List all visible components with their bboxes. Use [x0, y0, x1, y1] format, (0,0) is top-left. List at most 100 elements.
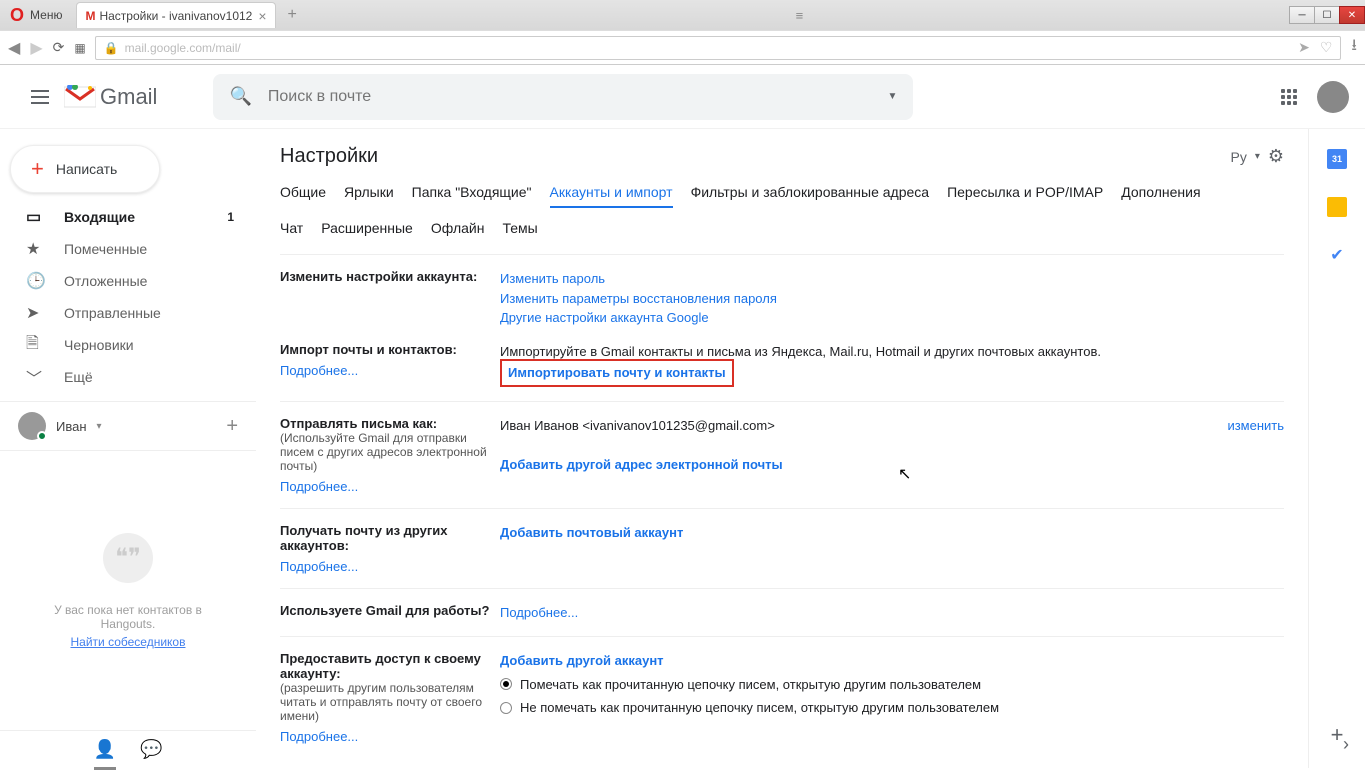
add-contact-button[interactable]: +	[226, 415, 238, 438]
tab-filters[interactable]: Фильтры и заблокированные адреса	[691, 184, 930, 208]
address-bar[interactable]: 🔒 mail.google.com/mail/ ➤ ♡	[95, 36, 1342, 60]
learn-more-link[interactable]: Подробнее...	[280, 363, 500, 378]
tab-general[interactable]: Общие	[280, 184, 326, 208]
chevron-down-icon: ▾	[1255, 151, 1260, 162]
gmail-wordmark: Gmail	[100, 84, 157, 110]
add-account-link[interactable]: Добавить другой аккаунт	[500, 653, 664, 668]
section-label: Используете Gmail для работы?	[280, 603, 500, 623]
calendar-icon[interactable]: 31	[1327, 149, 1347, 169]
downloads-button[interactable]: ⭳	[1351, 34, 1357, 61]
maximize-button[interactable]: ☐	[1314, 6, 1340, 24]
gear-icon[interactable]: ⚙	[1268, 146, 1284, 167]
search-icon[interactable]: 🔍	[229, 86, 251, 107]
radio-label: Помечать как прочитанную цепочку писем, …	[520, 675, 981, 695]
section-label: Отправлять письма как:	[280, 416, 437, 431]
work-text: Подробнее...	[500, 603, 1284, 623]
opera-menu-button[interactable]: O Меню	[0, 5, 72, 26]
gsuite-learn-link[interactable]: Подробнее...	[500, 605, 578, 620]
nav-starred[interactable]: ★Помеченные	[0, 233, 246, 265]
star-icon: ★	[26, 239, 46, 259]
nav-label: Черновики	[64, 337, 134, 353]
search-input[interactable]	[268, 88, 888, 106]
recovery-options-link[interactable]: Изменить параметры восстановления пароля	[500, 291, 777, 306]
address-row: ◀ ▶ ⟳ ▦ 🔒 mail.google.com/mail/ ➤ ♡ ⭳	[0, 30, 1365, 64]
inbox-count: 1	[227, 210, 234, 224]
chevron-down-icon: ﹀	[26, 365, 46, 389]
import-highlight-box: Импортировать почту и контакты	[500, 359, 734, 387]
tab-chat[interactable]: Чат	[280, 220, 303, 242]
tab-forwarding[interactable]: Пересылка и POP/IMAP	[947, 184, 1103, 208]
addons-plus-button[interactable]: +	[1331, 722, 1344, 748]
tab-close-icon[interactable]: ×	[258, 8, 266, 24]
learn-more-link[interactable]: Подробнее...	[280, 729, 500, 744]
account-avatar[interactable]	[1317, 81, 1349, 113]
speed-dial-button[interactable]: ▦	[74, 41, 84, 55]
tasks-icon[interactable]: ✔	[1327, 245, 1347, 265]
search-box[interactable]: 🔍 ▼	[213, 74, 913, 120]
heart-icon[interactable]: ♡	[1320, 39, 1333, 56]
presence-icon	[37, 431, 47, 441]
lock-icon: 🔒	[104, 41, 119, 55]
section-fetch: Получать почту из других аккаунтов: Подр…	[280, 508, 1284, 588]
reload-button[interactable]: ⟳	[53, 39, 65, 56]
section-account: Изменить настройки аккаунта: Изменить па…	[280, 254, 1284, 342]
section-import: Импорт почты и контактов: Подробнее... И…	[280, 342, 1284, 401]
tab-inbox[interactable]: Папка "Входящие"	[412, 184, 532, 208]
hangouts-tab-icon[interactable]: 💬	[140, 739, 162, 760]
grant-radio-dont-mark[interactable]: Не помечать как прочитанную цепочку писе…	[500, 698, 1284, 718]
clock-icon: 🕒	[26, 271, 46, 291]
tab-themes[interactable]: Темы	[502, 220, 537, 242]
keep-icon[interactable]	[1327, 197, 1347, 217]
send-icon[interactable]: ➤	[1298, 39, 1310, 56]
tab-layout-icon[interactable]: ≡	[790, 8, 810, 23]
user-dropdown-icon[interactable]: ▾	[97, 421, 102, 432]
minimize-button[interactable]: ─	[1289, 6, 1315, 24]
new-tab-button[interactable]: +	[276, 6, 309, 24]
section-work: Используете Gmail для работы? Подробнее.…	[280, 588, 1284, 637]
learn-more-link[interactable]: Подробнее...	[280, 559, 500, 574]
change-password-link[interactable]: Изменить пароль	[500, 271, 605, 286]
hangouts-user[interactable]: Иван ▾ +	[0, 401, 256, 451]
tab-advanced[interactable]: Расширенные	[321, 220, 413, 242]
find-contacts-link[interactable]: Найти собеседников	[71, 635, 186, 649]
empty-text-1: У вас пока нет контактов в	[54, 603, 202, 617]
other-account-settings-link[interactable]: Другие настройки аккаунта Google	[500, 310, 709, 325]
contacts-tab-icon[interactable]: 👤	[94, 739, 116, 760]
add-email-link[interactable]: Добавить другой адрес электронной почты	[500, 457, 783, 472]
tab-labels[interactable]: Ярлыки	[344, 184, 394, 208]
nav-sent[interactable]: ➤Отправленные	[0, 297, 246, 329]
grant-radio-mark-read[interactable]: Помечать как прочитанную цепочку писем, …	[500, 675, 1284, 695]
gmail-header: Gmail 🔍 ▼	[0, 65, 1365, 129]
nav-inbox[interactable]: ▭ Входящие 1	[0, 201, 246, 233]
gmail-logo[interactable]: Gmail	[64, 84, 157, 110]
menu-label: Меню	[30, 8, 62, 22]
collapse-rail-icon[interactable]: ›	[1343, 734, 1349, 755]
nav-more[interactable]: ﹀Ещё	[0, 361, 246, 393]
back-button[interactable]: ◀	[8, 38, 20, 58]
sent-icon: ➤	[26, 303, 46, 323]
google-apps-button[interactable]	[1281, 89, 1297, 105]
compose-button[interactable]: + Написать	[10, 145, 160, 193]
close-window-button[interactable]: ✕	[1339, 6, 1365, 24]
import-mail-contacts-link[interactable]: Импортировать почту и контакты	[508, 365, 726, 380]
forward-button[interactable]: ▶	[30, 38, 42, 58]
opera-icon: O	[10, 5, 24, 26]
tab-accounts-import[interactable]: Аккаунты и импорт	[550, 184, 673, 208]
settings-tabs-row2: Чат Расширенные Офлайн Темы	[280, 220, 1284, 242]
tab-title: Настройки - ivanivanov1012	[99, 9, 252, 23]
right-rail: 31 ✔ +	[1309, 129, 1365, 768]
browser-tab[interactable]: M Настройки - ivanivanov1012 ×	[76, 2, 275, 28]
search-options-icon[interactable]: ▼	[888, 91, 898, 102]
main-menu-button[interactable]	[16, 96, 64, 98]
add-mail-account-link[interactable]: Добавить почтовый аккаунт	[500, 525, 683, 540]
learn-more-link[interactable]: Подробнее...	[280, 479, 500, 494]
browser-chrome: O Меню M Настройки - ivanivanov1012 × + …	[0, 0, 1365, 65]
settings-title: Настройки	[280, 145, 378, 168]
nav-snoozed[interactable]: 🕒Отложенные	[0, 265, 246, 297]
sendas-edit-link[interactable]: изменить	[1227, 416, 1284, 436]
nav-drafts[interactable]: 🗎Черновики	[0, 329, 246, 361]
sidebar-footer: 👤 💬	[0, 730, 256, 768]
tab-addons[interactable]: Дополнения	[1121, 184, 1200, 208]
language-switch[interactable]: Ру ▾ ⚙	[1230, 146, 1284, 167]
tab-offline[interactable]: Офлайн	[431, 220, 485, 242]
